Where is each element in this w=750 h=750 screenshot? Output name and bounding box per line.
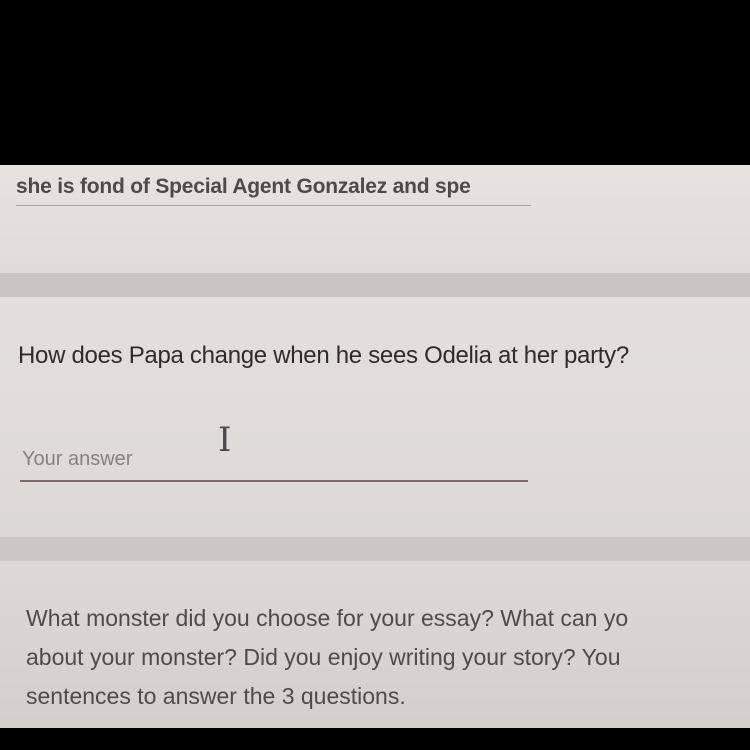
question-title: How does Papa change when he sees Odelia…: [18, 342, 629, 369]
text-cursor-icon: I: [218, 420, 232, 460]
card-divider: [0, 537, 750, 561]
answer-field[interactable]: Your answer I: [20, 420, 528, 482]
previous-question-card: she is fond of Special Agent Gonzalez an…: [0, 165, 750, 273]
answer-placeholder: Your answer: [22, 448, 133, 470]
question-card: How does Papa change when he sees Odelia…: [0, 297, 750, 537]
next-question-line: about your monster? Did you enjoy writin…: [26, 644, 621, 670]
next-question-card: What monster did you choose for your ess…: [0, 561, 750, 728]
form-screen: she is fond of Special Agent Gonzalez an…: [0, 165, 750, 728]
next-question-line: sentences to answer the 3 questions.: [26, 683, 406, 709]
next-question-line: What monster did you choose for your ess…: [26, 605, 629, 631]
card-divider: [0, 273, 750, 297]
previous-answer-text[interactable]: she is fond of Special Agent Gonzalez an…: [16, 175, 531, 206]
next-question-text: What monster did you choose for your ess…: [26, 599, 750, 716]
